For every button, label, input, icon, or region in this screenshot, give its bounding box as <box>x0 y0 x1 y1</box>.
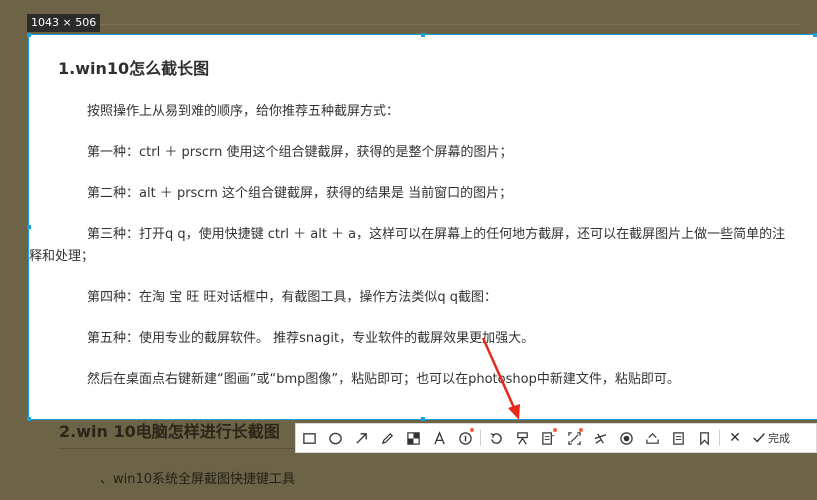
method-4: 第四种：在淘 宝 旺 旺对话框中，有截图工具，操作方法类似q q截图： <box>87 290 498 305</box>
share-icon[interactable] <box>639 424 665 452</box>
resize-handle[interactable] <box>421 417 425 421</box>
capture-size-badge: 1043 × 506 <box>27 14 101 32</box>
close-icon: ✕ <box>729 430 741 446</box>
long-screenshot-icon[interactable] <box>561 424 587 452</box>
undo-icon[interactable] <box>483 424 509 452</box>
close-button[interactable]: ✕ <box>722 424 748 452</box>
indicator-dot <box>553 428 557 432</box>
indicator-dot <box>579 428 583 432</box>
pen-icon[interactable] <box>374 424 400 452</box>
number-icon[interactable] <box>452 424 478 452</box>
done-label: 完成 <box>768 432 790 445</box>
resize-handle[interactable] <box>27 33 31 37</box>
capture-selection[interactable]: 1.win10怎么截长图 按照操作上从易到难的顺序，给你推荐五种截屏方式： 第一… <box>29 35 817 419</box>
method-3: 第三种：打开q q，使用快捷键 ctrl ＋ alt ＋ a，这样可以在屏幕上的… <box>29 227 786 264</box>
resize-handle[interactable] <box>421 33 425 37</box>
next-section-text: 、win10系统全屏截图快捷键工具 <box>100 472 296 487</box>
resize-handle[interactable] <box>813 33 817 37</box>
intro-text: 按照操作上从易到难的顺序，给你推荐五种截屏方式： <box>87 104 400 119</box>
record-icon[interactable] <box>613 424 639 452</box>
check-icon <box>753 433 765 443</box>
toolbar-separator <box>480 430 481 446</box>
translate-icon[interactable] <box>587 424 613 452</box>
method-5: 第五种：使用专业的截屏软件。 推荐snagit，专业软件的截屏效果更加强大。 <box>87 331 535 346</box>
text-icon[interactable] <box>426 424 452 452</box>
save-icon[interactable] <box>665 424 691 452</box>
arrow-icon[interactable] <box>348 424 374 452</box>
done-button[interactable]: 完成 <box>748 424 794 452</box>
indicator-dot <box>470 428 474 432</box>
method-1: 第一种：ctrl ＋ prscrn 使用这个组合键截屏，获得的是整个屏幕的图片； <box>87 145 513 160</box>
bookmark-icon[interactable] <box>691 424 717 452</box>
screenshot-toolbar: ✕ 完成 <box>295 423 817 453</box>
outro-text: 然后在桌面点右键新建“图画”或“bmp图像”，粘贴即可；也可以在photosho… <box>87 372 680 387</box>
ellipse-icon[interactable] <box>322 424 348 452</box>
article-title: 1.win10怎么截长图 <box>58 59 210 78</box>
mosaic-icon[interactable] <box>400 424 426 452</box>
resize-handle[interactable] <box>27 417 31 421</box>
divider <box>30 24 800 25</box>
method-2: 第二种：alt ＋ prscrn 这个组合键截屏，获得的结果是 当前窗口的图片； <box>87 186 513 201</box>
next-section-title: 2.win 10电脑怎样进行长截图 <box>59 422 280 441</box>
toolbar-separator <box>719 430 720 446</box>
rectangle-icon[interactable] <box>296 424 322 452</box>
resize-handle[interactable] <box>27 225 31 229</box>
pin-icon[interactable] <box>509 424 535 452</box>
ocr-icon[interactable] <box>535 424 561 452</box>
